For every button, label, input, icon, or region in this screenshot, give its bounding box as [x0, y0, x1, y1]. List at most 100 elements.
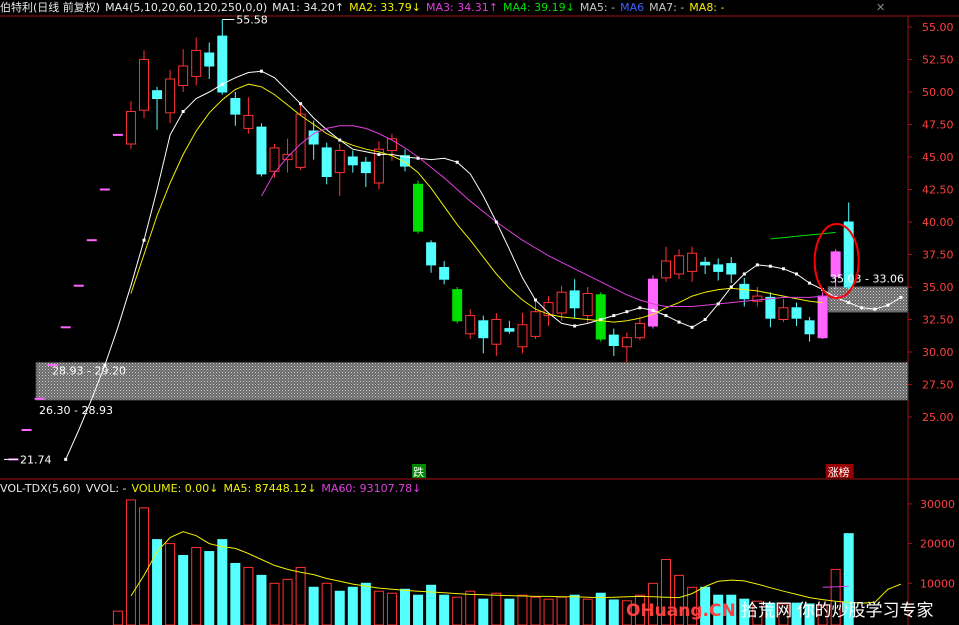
- candle-body: [139, 59, 149, 111]
- ma1-point: [142, 238, 146, 242]
- price-tick-label: 30.00: [922, 346, 954, 359]
- ma1-point: [664, 314, 668, 318]
- volume-bar: [465, 590, 476, 625]
- price-tick-label: 25.00: [922, 411, 954, 424]
- candle-body: [778, 307, 789, 320]
- candle-body: [700, 261, 711, 266]
- ma-header-item-3: MA3: 34.31↑: [426, 1, 498, 14]
- price-tick-label: 55.00: [922, 21, 954, 34]
- candle-body: [556, 291, 567, 314]
- volume-bar: [191, 547, 202, 625]
- volume-indicator-name[interactable]: VOL-TDX(5,60): [0, 482, 81, 495]
- ma1-point: [729, 285, 733, 289]
- ma1-point: [338, 138, 342, 142]
- ma1-point: [181, 110, 185, 113]
- candle-body: [165, 78, 176, 114]
- candle-body: [569, 290, 580, 309]
- ma1-point: [860, 306, 864, 310]
- candle-body: [347, 156, 358, 166]
- ma1-point: [625, 310, 629, 314]
- ma1-point: [455, 160, 459, 164]
- candle-body: [178, 65, 189, 86]
- volume-bar: [295, 566, 306, 625]
- volume-bar: [334, 590, 345, 625]
- ma1-point: [781, 267, 785, 271]
- ma1-point: [599, 318, 603, 321]
- candle-body: [504, 328, 515, 332]
- ma1-point: [651, 308, 655, 312]
- candle-body: [465, 315, 476, 335]
- candle-body: [321, 147, 332, 177]
- watermark-slogan: 拾荒网 你的炒股学习专家: [741, 601, 934, 621]
- volume-tick-label: 10000: [920, 577, 955, 590]
- volume-bar: [282, 578, 293, 625]
- ma1-point: [886, 303, 890, 307]
- ma-header-item-4: MA4: 39.19↓: [502, 1, 575, 14]
- volume-bar: [321, 582, 332, 625]
- candle-body: [204, 52, 215, 67]
- candle-body: [517, 324, 528, 348]
- vol-ma5-value: MA5: 87448.12↓: [223, 482, 317, 495]
- candle-body: [687, 252, 698, 272]
- volume-bar: [373, 590, 384, 625]
- price-ma4-line: [770, 231, 836, 240]
- ma1-point: [377, 152, 381, 156]
- price-tick-label: 52.50: [922, 54, 954, 67]
- ma-indicator-name[interactable]: MA4(5,10,20,60,120,250,0,0): [105, 1, 267, 14]
- price-tick-label: 40.00: [922, 216, 954, 229]
- price-ma2-line: [130, 83, 823, 323]
- price-tick-label: 32.50: [922, 314, 954, 327]
- ma1-point: [755, 263, 759, 267]
- volume-bar: [400, 588, 410, 625]
- ma1-point: [768, 264, 772, 268]
- price-tick-label: 37.50: [922, 249, 954, 262]
- close-icon[interactable]: ✕: [876, 0, 885, 16]
- stock-title: 伯特利(日线 前复权): [0, 1, 101, 14]
- volume-bar: [256, 574, 267, 625]
- volume-bar: [217, 539, 228, 625]
- volume-tick-label: 20000: [920, 538, 955, 551]
- candle-body: [230, 98, 241, 115]
- candle-body: [621, 337, 632, 348]
- volume-bar: [125, 499, 136, 625]
- candle-body: [295, 113, 306, 168]
- candle-body: [439, 267, 450, 280]
- price-ma1-line: [65, 70, 902, 460]
- price-tick-label: 45.00: [922, 151, 954, 164]
- candle-body: [661, 260, 671, 279]
- fall-badge-label: 跌: [413, 465, 424, 479]
- ma1-point: [690, 325, 694, 329]
- candle-body: [191, 49, 202, 77]
- ma-header-item-8: MA8: -: [689, 1, 725, 14]
- candle-body: [791, 307, 802, 319]
- price-tick-label: 35.00: [922, 281, 954, 294]
- candle-body: [334, 150, 345, 174]
- candle-body: [582, 293, 593, 317]
- vol-ma60-value: MA60: 93107.78↓: [321, 482, 422, 495]
- low-price-label: 21.74: [20, 453, 52, 466]
- volume-header: VOL-TDX(5,60) VVOL: - VOLUME: 0.00↓ MA5: 87…: [0, 481, 426, 497]
- ma1-point: [795, 272, 798, 276]
- candle-body: [634, 322, 645, 339]
- price-tick-label: 47.50: [922, 119, 954, 132]
- ma-header-item-2: MA2: 33.79↓: [349, 1, 422, 14]
- candle-body: [360, 161, 371, 174]
- candle-body: [413, 183, 424, 232]
- volume-bar: [478, 598, 489, 625]
- support-zone-2-label: 35.03 - 33.06: [830, 273, 904, 286]
- ma-header-item-5: MA5: -: [579, 1, 616, 14]
- volume-bar: [165, 543, 176, 625]
- ma1-point: [742, 272, 746, 276]
- volume-bar: [582, 598, 593, 625]
- volume-bar: [608, 599, 619, 625]
- price-tick-label: 50.00: [922, 86, 954, 99]
- volume-bar: [452, 596, 463, 625]
- volume-bar: [112, 610, 123, 625]
- ma1-point: [259, 69, 263, 73]
- support-zone-1-label-a: 26.30 - 28.93: [39, 404, 113, 417]
- watermark: OHuang.CN 拾荒网 你的炒股学习专家: [626, 600, 934, 622]
- volume-bar: [204, 551, 215, 625]
- candle-body: [726, 263, 737, 275]
- volume-bar: [569, 594, 580, 625]
- volume-bar: [426, 584, 437, 625]
